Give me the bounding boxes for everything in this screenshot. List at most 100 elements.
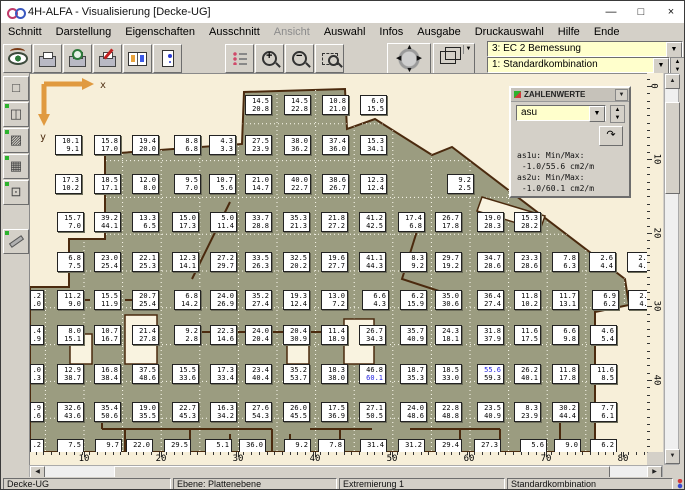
value-box: 17.333.4: [210, 364, 237, 384]
value-box: 30.244.4: [552, 402, 579, 422]
value-box: 9.22.5: [447, 174, 474, 194]
x-axis-label: x: [100, 80, 106, 91]
zoomin-icon: [262, 51, 277, 66]
value-box: 26.717.8: [435, 212, 462, 232]
printset-button[interactable]: [93, 44, 122, 73]
ruler-label: 50: [387, 454, 398, 464]
view-3d-button[interactable]: ▼: [433, 43, 475, 74]
combination-combo-value: 1: Standardkombination: [492, 59, 598, 70]
chevron-down-icon[interactable]: ▼: [653, 58, 669, 74]
refresh-button[interactable]: ↷: [599, 126, 623, 146]
zahlenwerte-panel[interactable]: ZAHLENWERTE ▼ asu ▼ ▲▼ ↷ as1u: Min/Max: …: [509, 86, 631, 198]
menu-darstellung[interactable]: Darstellung: [49, 26, 119, 38]
exit-button[interactable]: [153, 44, 182, 73]
preview-icon: [69, 56, 86, 67]
chevron-down-icon[interactable]: ▼: [666, 42, 682, 58]
menu-druckauswahl[interactable]: Druckauswahl: [468, 26, 551, 38]
value-box: 2.34.5: [627, 252, 648, 272]
value-box: 23.328.6: [514, 252, 541, 272]
value-box: 6.64.3: [362, 290, 389, 310]
design-combo[interactable]: 3: EC 2 Bemessung ▼: [487, 41, 683, 57]
value-box: 35.450.6: [94, 402, 121, 422]
chevron-down-icon[interactable]: ▼: [589, 106, 605, 122]
print-button[interactable]: [33, 44, 62, 73]
view-cube-icon: □: [12, 80, 20, 95]
value-box: 13.07.2: [321, 290, 348, 310]
value-box: 12.314.1: [172, 252, 199, 272]
value-box: 22.848.8: [435, 402, 462, 422]
vertical-scroll-thumb[interactable]: [665, 102, 680, 194]
value-box: 6.015.5: [360, 95, 387, 115]
zoomin-button[interactable]: [255, 44, 284, 73]
cube-icon: [440, 51, 456, 64]
value-box: 15.511.9: [94, 290, 121, 310]
value-box: 15.328.2: [514, 212, 541, 232]
value-box: 11.617.5: [514, 325, 541, 345]
value-box: 6.2: [590, 439, 617, 453]
value-box: 24.048.6: [400, 402, 427, 422]
scroll-down-arrow[interactable]: ▼: [665, 449, 680, 464]
value-box: 15.533.6: [172, 364, 199, 384]
title-bar: 4H-ALFA - Visualisierung [Decke-UG] — □ …: [1, 1, 685, 24]
value-box: 21.014.7: [245, 174, 272, 194]
value-box: 29.5: [164, 439, 191, 453]
menu-hilfe[interactable]: Hilfe: [551, 26, 587, 38]
value-box: 23.025.4: [94, 252, 121, 272]
value-display-button[interactable]: ⊡: [3, 180, 29, 205]
menu-ausschnitt[interactable]: Ausschnitt: [202, 26, 267, 38]
value-box: 6.814.2: [174, 290, 201, 310]
hatch-display-button[interactable]: ▨: [3, 128, 29, 153]
value-box: 11.713.1: [552, 290, 579, 310]
panel-title-bar[interactable]: ZAHLENWERTE ▼: [511, 88, 629, 102]
value-box: 9.7: [95, 439, 122, 453]
menu-eigenschaften[interactable]: Eigenschaften: [118, 26, 202, 38]
view-cube-button[interactable]: □: [3, 76, 29, 101]
value-box: 5.1: [205, 439, 232, 453]
active-dot: [5, 156, 9, 160]
maximize-button[interactable]: □: [626, 2, 656, 23]
minimize-button[interactable]: —: [596, 2, 626, 23]
chevron-down-icon[interactable]: ▼: [463, 45, 473, 54]
view-button[interactable]: [3, 44, 32, 73]
menu-ausgabe[interactable]: Ausgabe: [410, 26, 467, 38]
result-type-spinner[interactable]: ▲▼: [610, 105, 625, 123]
pan-navigation-pad[interactable]: ▲▼◀▶: [387, 43, 431, 74]
zoomwin-button[interactable]: [315, 44, 344, 73]
active-dot: [5, 182, 9, 186]
value-box: 46.860.1: [359, 364, 386, 384]
value-box: 14.522.8: [284, 95, 311, 115]
panel-collapse-button[interactable]: ▼: [615, 89, 628, 101]
value-box: 20.725.4: [132, 290, 159, 310]
value-box: 2.64.4: [589, 252, 616, 272]
menu-ende[interactable]: Ende: [587, 26, 627, 38]
render-mode-button[interactable]: ◫: [3, 102, 29, 127]
value-box: 8.323.9: [514, 402, 541, 422]
menu-schnitt[interactable]: Schnitt: [1, 26, 49, 38]
value-box: 18.533.0: [435, 364, 462, 384]
zoomout-button[interactable]: [285, 44, 314, 73]
combination-combo[interactable]: 1: Standardkombination ▼: [487, 57, 670, 73]
draw-tool-button[interactable]: [3, 229, 29, 254]
value-box: 31.4: [360, 439, 387, 453]
result-type-combo[interactable]: asu ▼: [516, 105, 606, 121]
preview-button[interactable]: [63, 44, 92, 73]
tree-button[interactable]: [225, 44, 254, 73]
value-box: 7.76.1: [590, 402, 617, 422]
view-icon: [8, 52, 28, 65]
mesh-display-icon: ▦: [10, 158, 22, 173]
menu-auswahl[interactable]: Auswahl: [317, 26, 373, 38]
value-box: 24.318.1: [435, 325, 462, 345]
close-button[interactable]: ×: [656, 2, 685, 23]
ruler-label: 40: [651, 375, 661, 386]
menu-infos[interactable]: Infos: [372, 26, 410, 38]
value-box: 18.735.3: [400, 364, 427, 384]
value-box: .9.6: [30, 402, 44, 422]
menu-ansicht: Ansicht: [267, 26, 317, 38]
value-box: .2.0: [30, 290, 44, 310]
mesh-display-button[interactable]: ▦: [3, 154, 29, 179]
scroll-up-arrow[interactable]: ▲: [665, 74, 680, 89]
vertical-scrollbar[interactable]: ▲ ▼: [664, 73, 679, 465]
draw-tool-icon: [9, 235, 24, 248]
book-button[interactable]: [123, 44, 152, 73]
value-box: 18.338.0: [321, 364, 348, 384]
